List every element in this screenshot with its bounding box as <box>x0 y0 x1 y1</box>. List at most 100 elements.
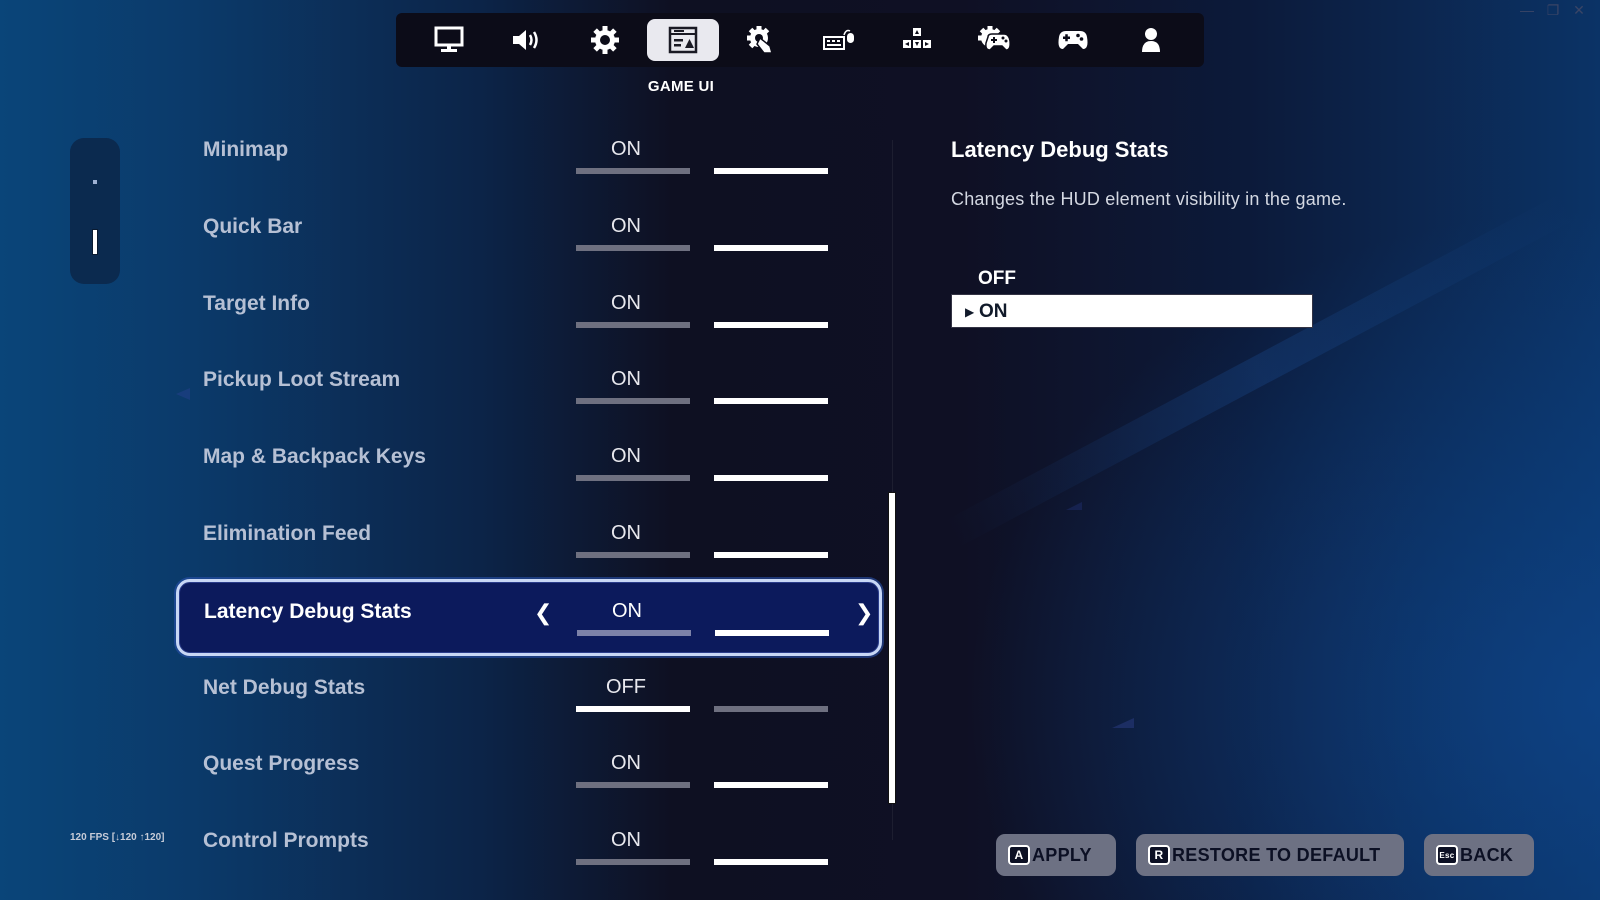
toggle-segment-on[interactable] <box>714 475 828 482</box>
page-dot-inactive[interactable] <box>93 180 97 184</box>
option-off[interactable]: OFF <box>951 262 1313 296</box>
background-streak <box>942 193 1576 549</box>
toggle-segment-on[interactable] <box>714 705 828 712</box>
gear-controller-icon <box>978 26 1011 51</box>
caret-right-icon: ▶ <box>965 305 975 319</box>
setting-row[interactable]: Latency Debug Stats ❮ ON ❯ <box>176 578 882 656</box>
settings-tab-bar <box>396 13 1204 67</box>
setting-value: ON <box>612 599 642 622</box>
toggle-segment-on[interactable] <box>714 782 828 789</box>
restore-default-button[interactable]: R RESTORE TO DEFAULT <box>1136 834 1404 876</box>
minimize-button[interactable]: — <box>1520 2 1534 19</box>
tab-controller[interactable] <box>1037 19 1109 61</box>
settings-list: Minimap❮ON❯Quick Bar❮ON❯Target Info❮ON❯P… <box>176 118 882 886</box>
setting-label: Quick Bar <box>203 214 303 238</box>
tab-game[interactable] <box>569 19 641 61</box>
setting-value: OFF <box>606 675 646 698</box>
toggle-segment-off[interactable] <box>577 629 691 636</box>
setting-value: ON <box>611 445 641 468</box>
tab-game-ui[interactable] <box>647 19 719 61</box>
back-button[interactable]: Esc BACK <box>1424 834 1534 876</box>
setting-label: Map & Backpack Keys <box>203 445 426 469</box>
page-indicator <box>70 138 120 284</box>
toggle-segment-on[interactable] <box>714 551 828 558</box>
setting-label: Pickup Loot Stream <box>203 368 401 392</box>
game-ui-icon <box>668 26 698 54</box>
toggle-segment-off[interactable] <box>576 705 690 712</box>
toggle-segment-off[interactable] <box>576 551 690 558</box>
tab-keyboard-controls[interactable] <box>881 19 953 61</box>
setting-label: Elimination Feed <box>203 521 372 545</box>
option-on-selected[interactable]: ▶ ON <box>951 294 1313 328</box>
toggle-segment-on[interactable] <box>714 244 828 251</box>
toggle-segment-off[interactable] <box>576 475 690 482</box>
setting-row[interactable]: Quick Bar❮ON❯ <box>176 195 882 272</box>
monitor-icon <box>434 26 464 52</box>
setting-value: ON <box>611 829 641 852</box>
tab-keyboard-mouse[interactable] <box>803 19 875 61</box>
setting-label: Target Info <box>203 291 310 315</box>
settings-scrollbar[interactable] <box>888 492 896 804</box>
setting-value: ON <box>611 521 641 544</box>
background-shard <box>1112 718 1134 728</box>
setting-label: Quest Progress <box>203 752 360 776</box>
setting-row[interactable]: Net Debug Stats❮OFF❯ <box>176 656 882 733</box>
setting-value: ON <box>611 214 641 237</box>
close-button[interactable]: ✕ <box>1572 2 1586 19</box>
restore-button[interactable]: ❐ <box>1546 2 1560 19</box>
setting-label: Minimap <box>203 138 289 161</box>
setting-label: Control Prompts <box>203 829 369 853</box>
arrow-right-icon[interactable]: ❯ <box>855 600 873 626</box>
gear-touch-icon <box>747 26 773 54</box>
apply-label: APPLY <box>1032 844 1092 865</box>
tab-controller-settings[interactable] <box>959 19 1031 61</box>
setting-value: ON <box>611 291 641 314</box>
setting-value: ON <box>611 138 641 160</box>
setting-row[interactable]: Pickup Loot Stream❮ON❯ <box>176 348 882 425</box>
setting-row[interactable]: Target Info❮ON❯ <box>176 272 882 349</box>
setting-label: Latency Debug Stats <box>204 599 412 623</box>
key-esc-icon: Esc <box>1436 845 1458 865</box>
toggle-segment-off[interactable] <box>576 398 690 405</box>
arrow-left-icon[interactable]: ❮ <box>534 600 552 626</box>
tab-touch[interactable] <box>725 19 797 61</box>
restore-label: RESTORE TO DEFAULT <box>1172 844 1381 865</box>
speaker-icon <box>513 30 538 50</box>
tab-audio[interactable] <box>491 19 563 61</box>
setting-value: ON <box>611 368 641 391</box>
fps-counter: 120 FPS [↓120 ↑120] <box>70 832 165 843</box>
toggle-segment-off[interactable] <box>576 168 690 174</box>
setting-row[interactable]: Minimap❮ON❯ <box>176 118 882 195</box>
setting-row[interactable]: Elimination Feed❮ON❯ <box>176 502 882 579</box>
user-icon <box>1142 28 1160 52</box>
toggle-segment-off[interactable] <box>576 859 690 866</box>
setting-value: ON <box>611 752 641 775</box>
keyboard-mouse-icon <box>823 29 854 50</box>
setting-row[interactable]: Map & Backpack Keys❮ON❯ <box>176 425 882 502</box>
toggle-segment-on[interactable] <box>715 629 829 636</box>
detail-title: Latency Debug Stats <box>951 137 1169 162</box>
toggle-segment-off[interactable] <box>576 244 690 251</box>
tab-display[interactable] <box>413 19 485 61</box>
back-label: BACK <box>1460 844 1514 865</box>
apply-button[interactable]: A APPLY <box>996 834 1116 876</box>
toggle-segment-on[interactable] <box>714 321 828 328</box>
arrow-keys-icon <box>903 28 931 48</box>
key-r-icon: R <box>1148 845 1170 865</box>
setting-row[interactable]: Quest Progress❮ON❯ <box>176 732 882 809</box>
option-label: OFF <box>978 268 1016 289</box>
tab-account[interactable] <box>1115 19 1187 61</box>
background-shard <box>1066 502 1082 510</box>
controller-icon <box>1058 31 1088 49</box>
toggle-segment-off[interactable] <box>576 321 690 328</box>
toggle-segment-on[interactable] <box>714 859 828 866</box>
option-label: ON <box>979 301 1008 322</box>
key-a-icon: A <box>1008 845 1030 865</box>
toggle-segment-on[interactable] <box>714 398 828 405</box>
toggle-segment-off[interactable] <box>576 782 690 789</box>
page-dot-active[interactable] <box>92 229 98 255</box>
detail-description: Changes the HUD element visibility in th… <box>951 189 1347 209</box>
setting-row[interactable]: Control Prompts❮ON❯ <box>176 809 882 886</box>
toggle-segment-on[interactable] <box>714 168 828 174</box>
active-tab-label: GAME UI <box>647 78 715 95</box>
